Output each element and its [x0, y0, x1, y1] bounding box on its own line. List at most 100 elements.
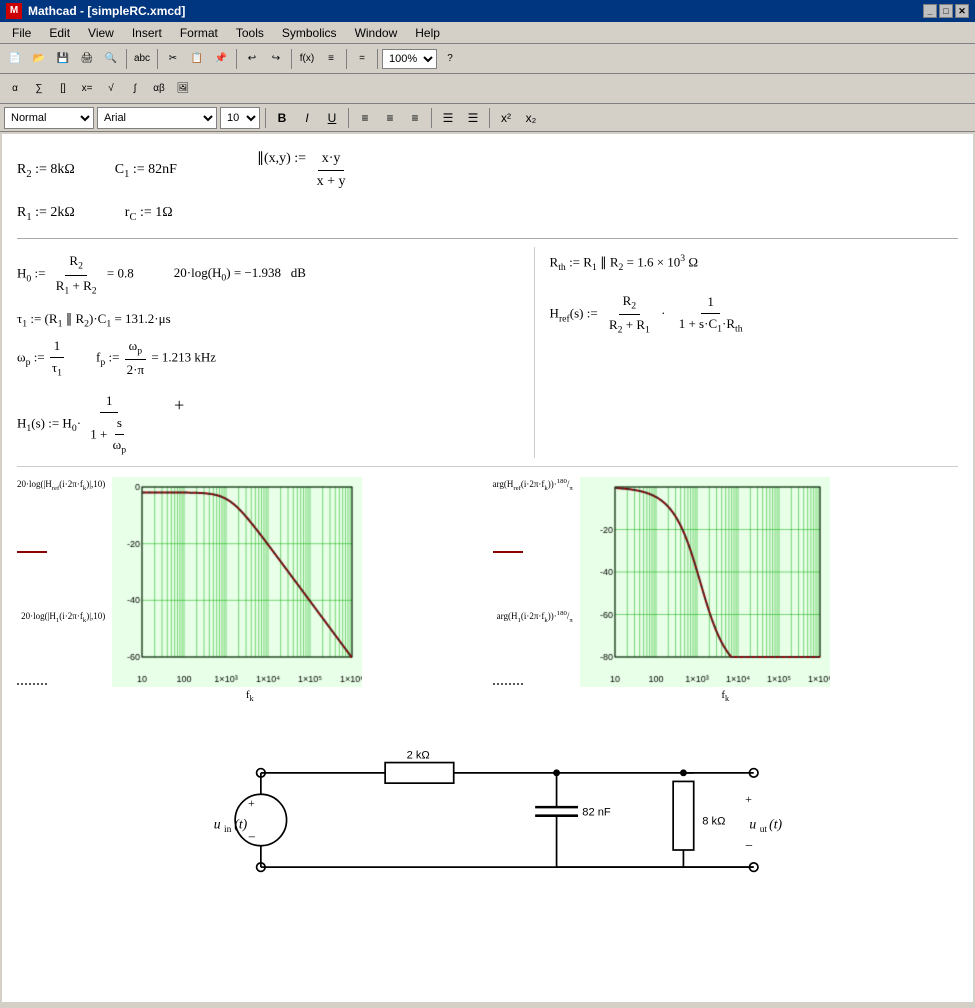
right-plot-ylabel: arg(Href(i·2π·fk))·180/π arg(H1(i·2π·fk)…: [493, 477, 576, 687]
menu-tools[interactable]: Tools: [228, 24, 272, 42]
maximize-button[interactable]: □: [939, 4, 953, 18]
worksheet: R2 := 8kΩ C1 := 82nF ∥(x,y) := x·y x + y…: [2, 134, 973, 930]
omega-p-expr: ωp := 1 τ1: [17, 336, 66, 381]
window-controls[interactable]: _ □ ✕: [923, 4, 969, 18]
vin-sub: in: [224, 825, 232, 835]
menu-format[interactable]: Format: [172, 24, 226, 42]
math-btn-7[interactable]: αβ: [148, 78, 170, 100]
C1-label: 82 nF: [582, 807, 611, 819]
spell-button[interactable]: abc: [131, 48, 153, 70]
menu-window[interactable]: Window: [347, 24, 406, 42]
font-select[interactable]: Arial Times New Roman Courier: [97, 107, 217, 129]
math-btn-4[interactable]: x=: [76, 78, 98, 100]
bold-button[interactable]: B: [271, 107, 293, 129]
title-bar: M Mathcad - [simpleRC.xmcd] _ □ ✕: [0, 0, 975, 22]
H0-line: H0 := R2 R1 + R2 = 0.8 20·log(H0) = −1.9…: [17, 251, 524, 298]
omega-fp-row: ωp := 1 τ1 fp := ωp 2·π = 1.213 kHz: [17, 336, 524, 381]
italic-button[interactable]: I: [296, 107, 318, 129]
preview-button[interactable]: 🔍: [100, 48, 122, 70]
R2-label: 8 kΩ: [702, 815, 725, 827]
title-text: Mathcad - [simpleRC.xmcd]: [28, 4, 923, 18]
sep4: [291, 49, 292, 69]
copy-button[interactable]: 📋: [186, 48, 208, 70]
cut-button[interactable]: ✂: [162, 48, 184, 70]
right-panel: Rth := R1 ∥ R2 = 1.6 × 103 Ω Href(s) := …: [535, 247, 958, 457]
vin-plus: +: [248, 796, 255, 810]
format-bar: Normal Heading 1 Heading 2 Arial Times N…: [0, 104, 975, 132]
subscript-button[interactable]: x₂: [520, 107, 542, 129]
plot-left-wrapper: 20·log(|Href(i·2π·fk)|,10) 20·log(|H1(i·…: [17, 477, 483, 687]
sep6: [377, 49, 378, 69]
sep5: [346, 49, 347, 69]
align-center-button[interactable]: ≡: [379, 107, 401, 129]
undo-button[interactable]: ↩: [241, 48, 263, 70]
paste-button[interactable]: 📌: [210, 48, 232, 70]
minimize-button[interactable]: _: [923, 4, 937, 18]
menu-help[interactable]: Help: [407, 24, 448, 42]
tau1-line: τ1 := (R1 ∥ R2)·C1 = 131.2·μs: [17, 309, 524, 332]
close-button[interactable]: ✕: [955, 4, 969, 18]
new-button[interactable]: 📄: [4, 48, 26, 70]
sep1: [126, 49, 127, 69]
C1-def: C1 := 82nF: [115, 159, 177, 184]
menu-file[interactable]: File: [4, 24, 39, 42]
main-toolbar: 📄 📂 💾 🖨 🔍 abc ✂ 📋 📌 ↩ ↪ f(x) ≡ = 100% 75…: [0, 44, 975, 74]
vout-minus: −: [745, 838, 753, 853]
R2-resistor: [673, 782, 694, 851]
ylabel-phase-line1: arg(Href(i·2π·fk))·180/π: [493, 477, 573, 495]
sep-fmt2: [348, 108, 349, 128]
math-btn-3[interactable]: []: [52, 78, 74, 100]
insert-math-button[interactable]: f(x): [296, 48, 318, 70]
menu-edit[interactable]: Edit: [41, 24, 78, 42]
R1-resistor: [385, 763, 454, 784]
size-select[interactable]: 10 12 14: [220, 107, 260, 129]
upper-section: H0 := R2 R1 + R2 = 0.8 20·log(H0) = −1.9…: [17, 247, 958, 466]
list2-button[interactable]: ☰: [462, 107, 484, 129]
align-left-button[interactable]: ≡: [354, 107, 376, 129]
menu-symbolics[interactable]: Symbolics: [274, 24, 345, 42]
math-btn-1[interactable]: α: [4, 78, 26, 100]
help-button[interactable]: ?: [439, 48, 461, 70]
ylabel-line1: 20·log(|Href(i·2π·fk)|,10): [17, 477, 105, 495]
insert-plot-button[interactable]: ≡: [320, 48, 342, 70]
align-right-button[interactable]: ≡: [404, 107, 426, 129]
math-btn-5[interactable]: √: [100, 78, 122, 100]
zoom-select[interactable]: 100% 75% 150%: [382, 49, 437, 69]
main-area: R2 := 8kΩ C1 := 82nF ∥(x,y) := x·y x + y…: [2, 134, 973, 1002]
math-btn-8[interactable]: 🖼: [172, 78, 194, 100]
section-divider-1: [17, 238, 958, 239]
superscript-button[interactable]: x²: [495, 107, 517, 129]
plus-sign: +: [174, 391, 184, 420]
evaluate-button[interactable]: =: [351, 48, 373, 70]
list-button[interactable]: ☰: [437, 107, 459, 129]
redo-button[interactable]: ↪: [265, 48, 287, 70]
params-row2: R1 := 2kΩ rC := 1Ω: [17, 202, 958, 227]
vin-minus: −: [248, 830, 256, 845]
params-row: R2 := 8kΩ C1 := 82nF ∥(x,y) := x·y x + y: [17, 148, 958, 194]
sep-fmt4: [489, 108, 490, 128]
menu-insert[interactable]: Insert: [124, 24, 170, 42]
R1-label: 2 kΩ: [406, 749, 429, 761]
vout-sub: ut: [759, 825, 767, 835]
math-btn-6[interactable]: ∫: [124, 78, 146, 100]
underline-button[interactable]: U: [321, 107, 343, 129]
menu-view[interactable]: View: [80, 24, 122, 42]
math-btn-2[interactable]: ∑: [28, 78, 50, 100]
right-plot-xlabel: fk: [493, 687, 959, 705]
left-panel: H0 := R2 R1 + R2 = 0.8 20·log(H0) = −1.9…: [17, 247, 535, 457]
menu-bar: File Edit View Insert Format Tools Symbo…: [0, 22, 975, 44]
magnitude-canvas: [112, 477, 362, 687]
magnitude-plot: 20·log(|Href(i·2π·fk)|,10) 20·log(|H1(i·…: [17, 477, 483, 705]
parallel-fn: ∥(x,y) := x·y x + y: [257, 148, 353, 194]
circuit-diagram: + − u in (t) 2 kΩ: [17, 720, 958, 920]
style-select[interactable]: Normal Heading 1 Heading 2: [4, 107, 94, 129]
tau1-expr: τ1 := (R1 ∥ R2)·C1 = 131.2·μs: [17, 309, 171, 332]
sep3: [236, 49, 237, 69]
left-plot-ylabel: 20·log(|Href(i·2π·fk)|,10) 20·log(|H1(i·…: [17, 477, 108, 687]
save-button[interactable]: 💾: [52, 48, 74, 70]
vout-plus: +: [745, 792, 752, 806]
sep-fmt3: [431, 108, 432, 128]
print-button[interactable]: 🖨: [76, 48, 98, 70]
open-button[interactable]: 📂: [28, 48, 50, 70]
fp-expr: fp := ωp 2·π = 1.213 kHz: [96, 336, 216, 381]
